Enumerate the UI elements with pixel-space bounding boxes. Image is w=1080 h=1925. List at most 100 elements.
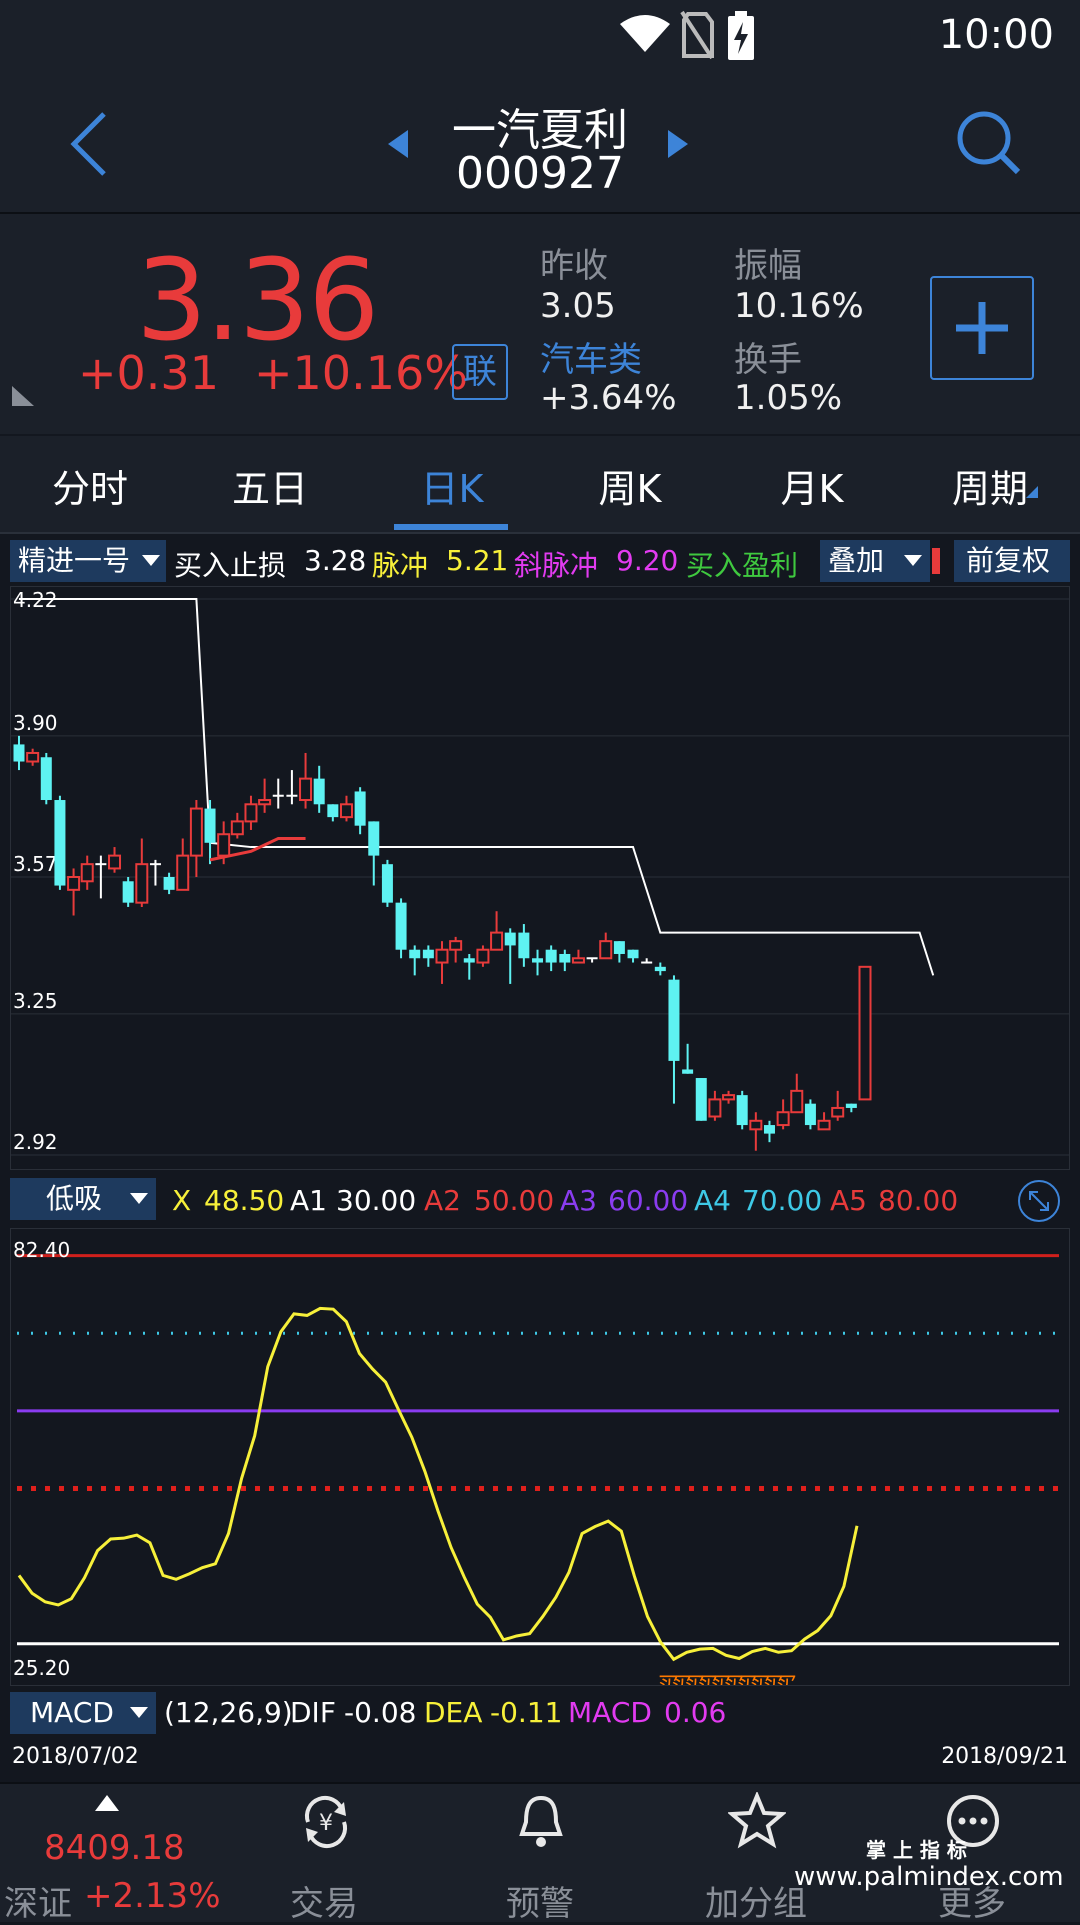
active-tab-indicator bbox=[394, 524, 508, 530]
tab-intraday[interactable]: 分时 bbox=[30, 458, 150, 513]
index-change: +2.13% bbox=[84, 1876, 221, 1916]
macd-selector[interactable]: MACD bbox=[10, 1692, 156, 1734]
search-icon[interactable] bbox=[954, 108, 1024, 178]
add-watchlist-button[interactable] bbox=[930, 276, 1034, 380]
candle-body bbox=[545, 949, 557, 963]
candle-body bbox=[327, 804, 339, 818]
a4-value: 70.00 bbox=[742, 1184, 823, 1217]
candle-body bbox=[422, 949, 434, 959]
candle-body bbox=[736, 1095, 748, 1126]
prev-close-value: 3.05 bbox=[540, 286, 616, 326]
candle-body bbox=[654, 966, 666, 972]
sub-indicator-selector[interactable]: 低吸 bbox=[10, 1178, 156, 1220]
up-arrow-icon bbox=[95, 1795, 119, 1811]
candle-body bbox=[668, 979, 680, 1061]
chevron-down-icon bbox=[130, 1193, 148, 1204]
corner-triangle-icon bbox=[12, 386, 34, 406]
candle-body bbox=[204, 808, 216, 843]
watermark-title: 掌 上 指 标 bbox=[866, 1838, 967, 1862]
candle-body bbox=[504, 932, 516, 946]
star-icon bbox=[728, 1792, 786, 1849]
sub-indicator-selector-label: 低吸 bbox=[46, 1182, 103, 1215]
x-value-line bbox=[17, 1306, 859, 1662]
a5-value: 80.00 bbox=[878, 1184, 959, 1217]
yen-exchange-icon: ¥ bbox=[304, 1796, 348, 1848]
index-ticker[interactable]: 8409.18 深证 +2.13% bbox=[0, 1784, 221, 1924]
candle-body bbox=[368, 821, 380, 856]
candle-body bbox=[395, 902, 407, 950]
tab-weekly-k[interactable]: 周K bbox=[570, 458, 690, 513]
bottom-navigation: 8409.18 深证 +2.13% ¥ 交易 预警 加分组 更多 掌 上 指 标… bbox=[0, 1782, 1080, 1924]
stop-loss-label: 买入止损 bbox=[174, 549, 287, 582]
slant-pulse-value: 9.20 bbox=[616, 544, 679, 577]
chevron-down-icon bbox=[130, 1707, 148, 1718]
nav-alert-label: 预警 bbox=[506, 1884, 574, 1924]
battery-charging-icon bbox=[728, 11, 754, 60]
candle-body bbox=[790, 1089, 804, 1114]
macd-bar: MACD (12,26,9) DIF -0.08 DEA -0.11 MACD … bbox=[0, 1688, 1080, 1738]
next-stock-icon[interactable] bbox=[664, 128, 690, 160]
adjust-selector[interactable]: 前复权 bbox=[954, 540, 1070, 582]
candle-body bbox=[149, 863, 161, 866]
candle-body bbox=[26, 751, 40, 763]
svg-text:¥: ¥ bbox=[319, 1811, 333, 1836]
tab-five-day[interactable]: 五日 bbox=[210, 458, 330, 513]
sector-label[interactable]: 汽车类 bbox=[540, 332, 642, 381]
dif-value: -0.08 bbox=[344, 1696, 417, 1729]
candlestick-chart: 4.22 3.90 3.57 3.25 2.92 bbox=[10, 586, 1070, 1170]
a5-label: A5 bbox=[830, 1184, 867, 1217]
candle-body bbox=[286, 794, 298, 797]
candle-body bbox=[244, 803, 258, 823]
end-date: 2018/09/21 bbox=[941, 1744, 1068, 1769]
amplitude-label: 振幅 bbox=[734, 246, 802, 286]
candle-body bbox=[490, 931, 504, 951]
start-date: 2018/07/02 bbox=[12, 1744, 139, 1769]
macd-value: 0.06 bbox=[664, 1696, 727, 1729]
bell-icon bbox=[519, 1795, 563, 1847]
nav-alert[interactable]: 预警 bbox=[440, 1784, 640, 1924]
a3-value: 60.00 bbox=[608, 1184, 689, 1217]
y-tick-label: 3.57 bbox=[13, 852, 58, 876]
low-buy-indicator-chart: 82.4025.20买入买入买入买入买入买入买入买入买入买入 bbox=[10, 1228, 1070, 1718]
a2-value: 50.00 bbox=[474, 1184, 555, 1217]
overlay-selector-label: 叠加 bbox=[828, 544, 885, 577]
a2-label: A2 bbox=[424, 1184, 461, 1217]
nav-add-group[interactable]: 加分组 bbox=[656, 1784, 856, 1924]
overlay-selector[interactable]: 叠加 bbox=[820, 540, 930, 582]
expand-icon[interactable] bbox=[1016, 1178, 1062, 1224]
candle-body bbox=[339, 803, 353, 819]
pulse-label: 脉冲 bbox=[372, 549, 429, 582]
main-indicator-selector[interactable]: 精进一号 bbox=[10, 540, 166, 582]
candle-body bbox=[354, 791, 366, 826]
tab-daily-k[interactable]: 日K bbox=[392, 458, 512, 513]
y-tick-label: 25.20 bbox=[13, 1656, 70, 1680]
plus-icon bbox=[956, 302, 1008, 354]
y-tick-label: 3.90 bbox=[13, 711, 58, 735]
link-badge[interactable]: 联 bbox=[452, 344, 508, 400]
candle-body bbox=[831, 1106, 845, 1118]
turnover-value: 1.05% bbox=[734, 378, 843, 418]
candle-body bbox=[845, 1103, 857, 1108]
y-tick-label: 2.92 bbox=[13, 1130, 58, 1154]
candle-body bbox=[532, 958, 544, 963]
tab-monthly-k[interactable]: 月K bbox=[752, 458, 872, 513]
no-sim-icon bbox=[680, 10, 714, 60]
nav-trade[interactable]: ¥ 交易 bbox=[224, 1784, 424, 1924]
dea-value: -0.11 bbox=[490, 1696, 563, 1729]
sector-change: +3.64% bbox=[540, 378, 677, 418]
a1-label: A1 bbox=[290, 1184, 327, 1217]
watermark-url: www.palmindex.com bbox=[794, 1862, 1064, 1892]
candle-body bbox=[817, 1119, 831, 1131]
x-value: 48.50 bbox=[204, 1184, 285, 1217]
clipped-indicator-mark bbox=[932, 548, 940, 574]
main-indicator-bar: 精进一号 买入止损 3.28 脉冲 5.21 斜脉冲 9.20 买入盈利 叠加 … bbox=[0, 536, 1080, 584]
quote-panel: 3.36 +0.31 +10.16% 联 昨收 3.05 汽车类 +3.64% … bbox=[0, 214, 1080, 434]
candle-body bbox=[449, 940, 463, 951]
candle-body bbox=[641, 961, 653, 964]
candle-body bbox=[108, 854, 122, 870]
candle-body bbox=[122, 881, 134, 903]
candle-body bbox=[722, 1094, 736, 1101]
candle-body bbox=[571, 957, 585, 964]
index-name: 深证 bbox=[4, 1884, 72, 1924]
candle-body bbox=[518, 932, 530, 959]
